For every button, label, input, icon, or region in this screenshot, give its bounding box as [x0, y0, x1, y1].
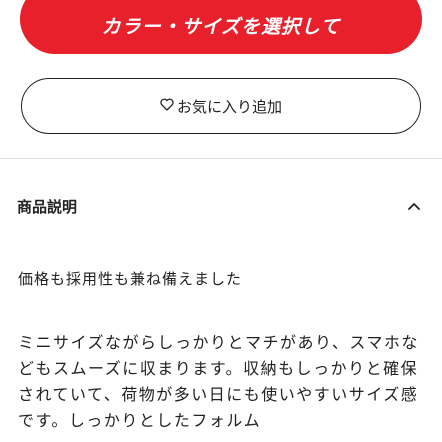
select-color-size-label: カラー・サイズを選択して	[101, 15, 341, 38]
heart-outline-icon	[160, 97, 174, 115]
chevron-up-icon[interactable]	[408, 200, 420, 212]
product-purchase-panel: カラー・サイズを選択して お気に入り追加 商品説明 価格も採用性も兼ね備えました…	[0, 0, 442, 442]
add-to-favorites-label: お気に入り追加	[176, 97, 282, 116]
product-description-lead: 価格も採用性も兼ね備えました	[18, 270, 243, 288]
product-description-header[interactable]: 商品説明	[0, 186, 442, 226]
add-to-favorites-button[interactable]: お気に入り追加	[21, 78, 421, 134]
select-color-size-button[interactable]: カラー・サイズを選択して	[20, 0, 422, 54]
product-description-title: 商品説明	[17, 197, 78, 216]
section-divider	[0, 158, 442, 159]
product-description-body: ミニサイズながらしっかりとマチがあり、スマホなどもスムーズに収まります。収納もし…	[18, 333, 419, 430]
